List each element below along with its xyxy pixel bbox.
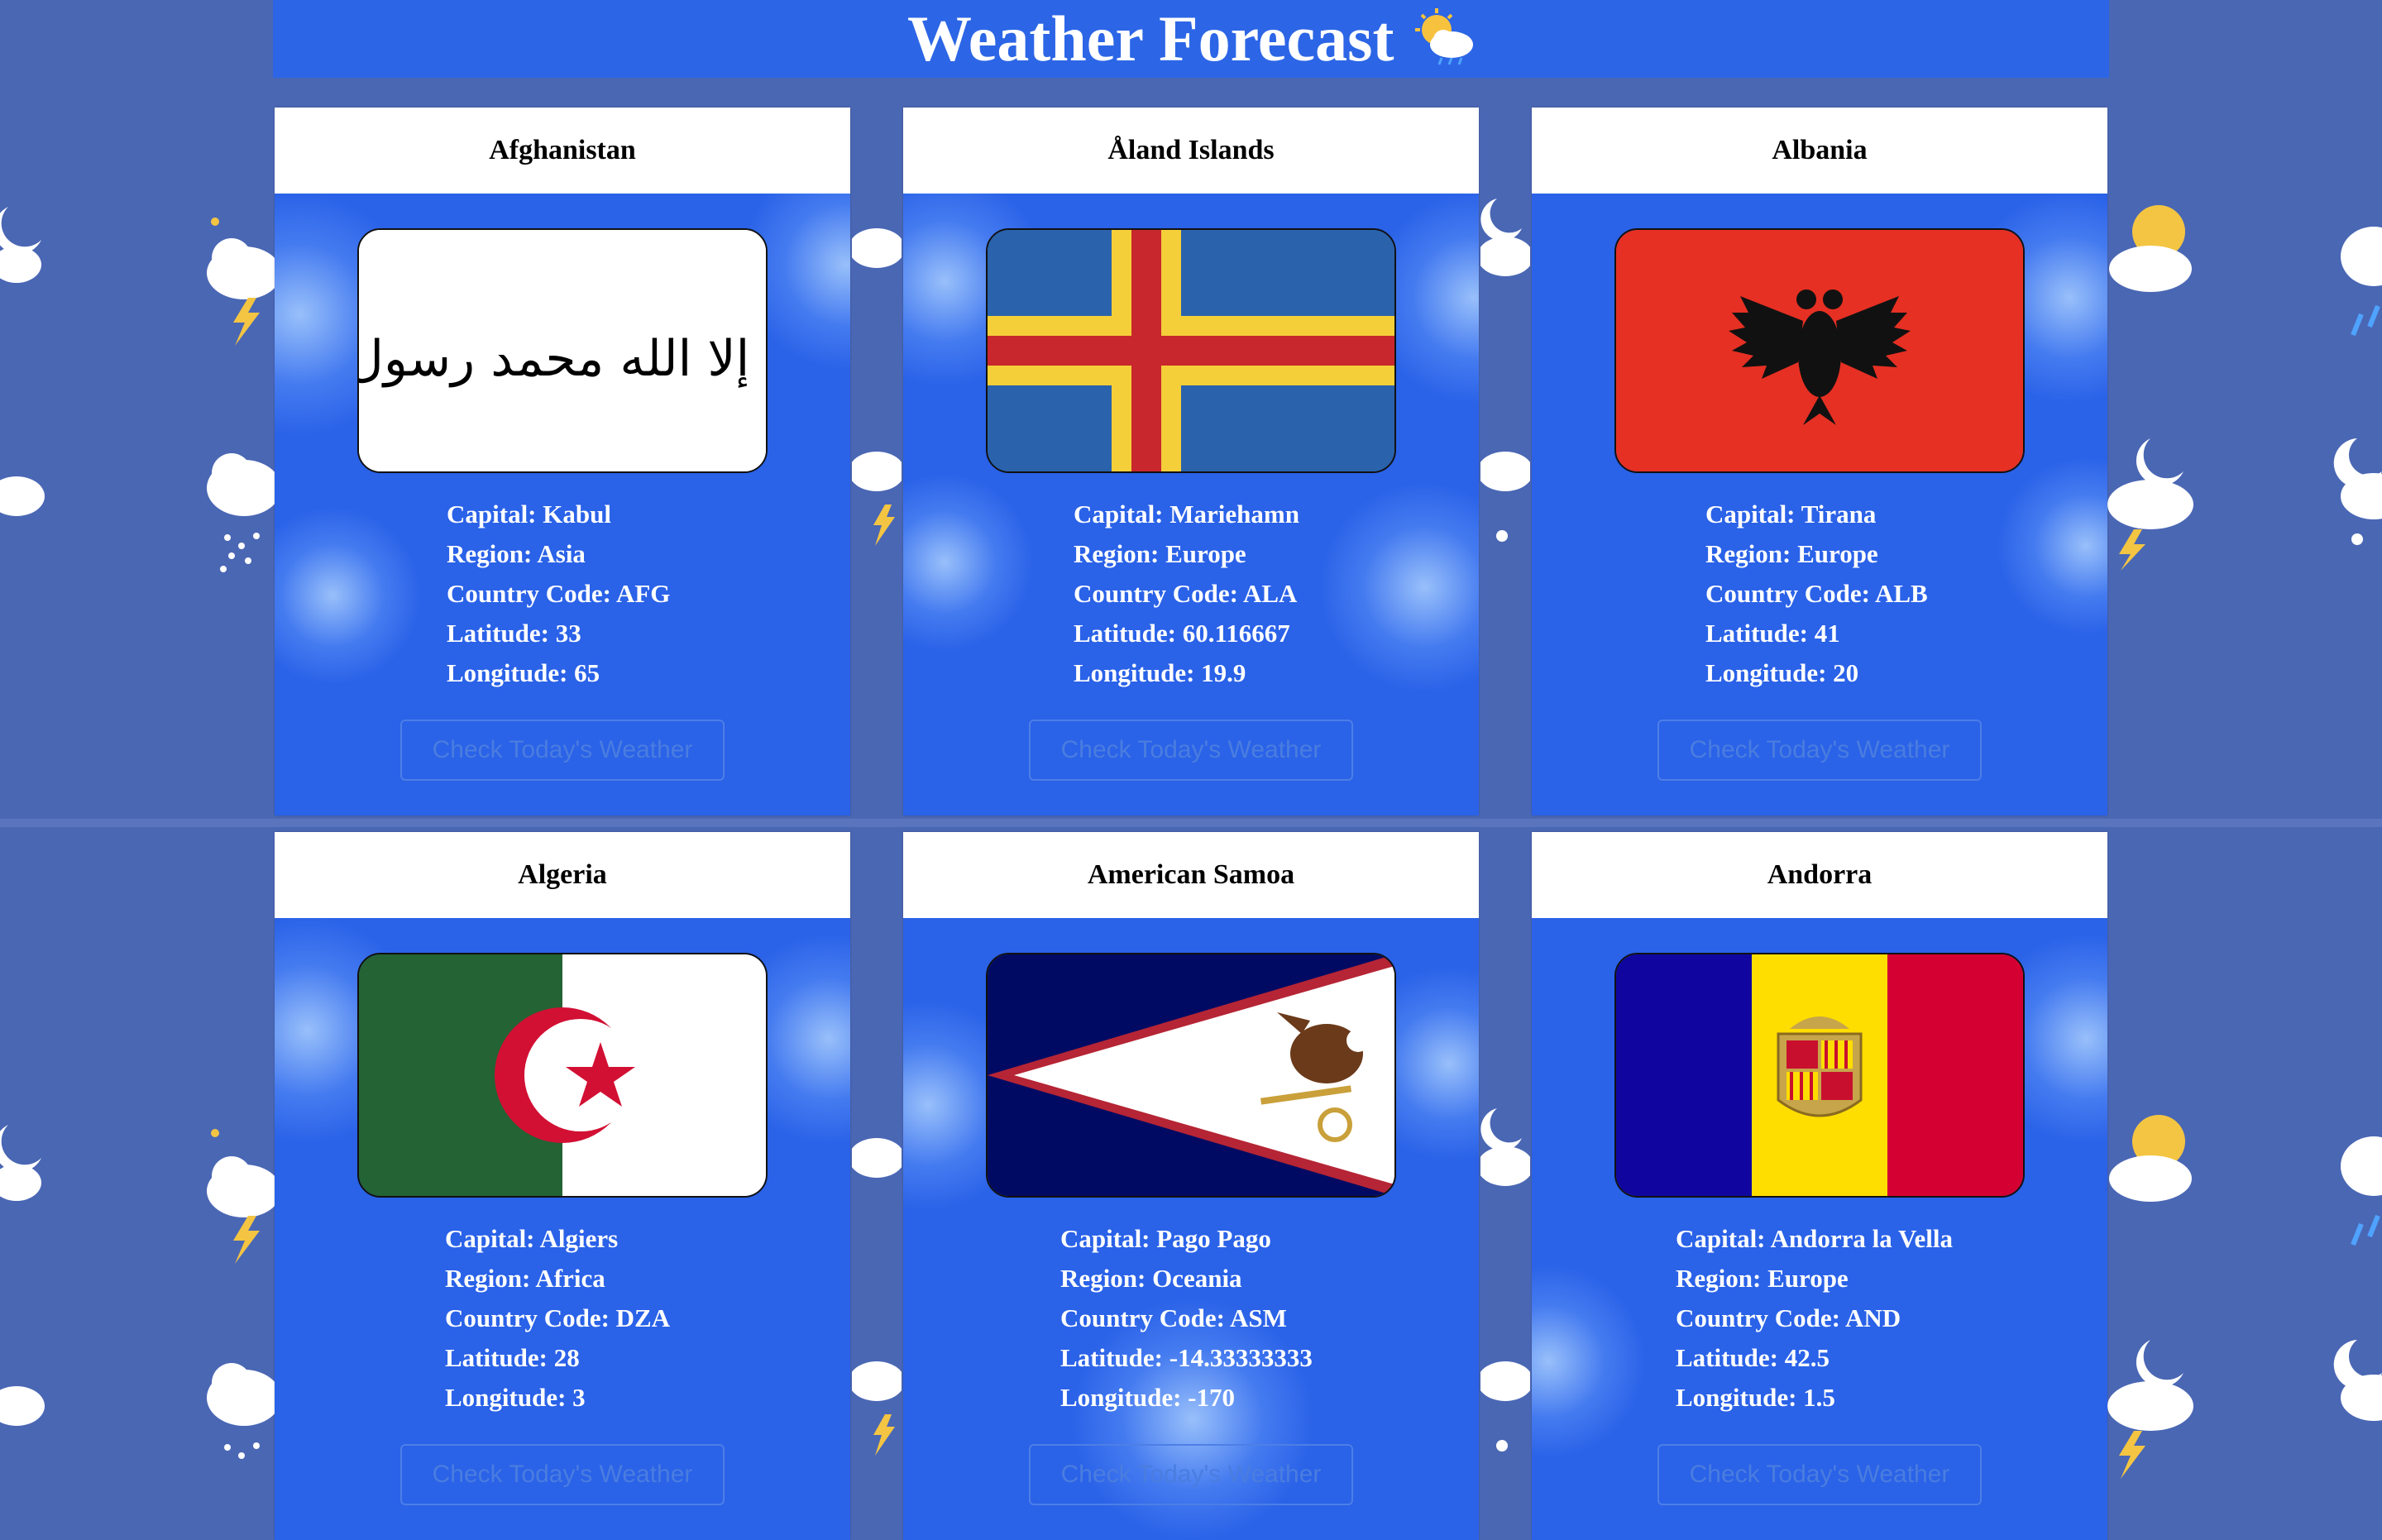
longitude: Longitude: 1.5 [1676, 1383, 1835, 1412]
capital: Capital: Tirana [1705, 500, 1877, 528]
country-card: Andorra Capital: Andorra la Vella Region… [1532, 832, 2107, 1540]
latitude: Latitude: 33 [447, 619, 581, 648]
page-title: Weather Forecast [907, 0, 1475, 78]
check-weather-button[interactable]: Check Today's Weather [400, 1444, 725, 1505]
country-info: Capital: Algiers Region: Africa Country … [445, 1219, 670, 1418]
moon-cloud-lightning-icon [2107, 438, 2193, 571]
moon-cloud-lightning-icon [1480, 1108, 1530, 1452]
country-code: Country Code: AND [1676, 1303, 1901, 1332]
page-title-text: Weather Forecast [907, 2, 1394, 74]
country-name: American Samoa [1087, 859, 1295, 890]
capital: Capital: Algiers [445, 1224, 619, 1253]
flag-algeria [357, 953, 768, 1198]
country-name: Afghanistan [489, 135, 636, 165]
check-weather-button[interactable]: Check Today's Weather [1029, 1444, 1353, 1505]
region: Region: Europe [1676, 1264, 1849, 1293]
region: Region: Africa [445, 1264, 605, 1293]
country-info: Capital: Tirana Region: Europe Country C… [1705, 495, 1928, 693]
country-code: Country Code: DZA [445, 1303, 671, 1332]
page-header: Weather Forecast [273, 0, 2109, 78]
region: Region: Oceania [1060, 1264, 1242, 1293]
moon-cloud-lightning-icon [852, 228, 902, 546]
sun-cloud-rain-icon [1414, 8, 1473, 65]
latitude: Latitude: 60.116667 [1074, 619, 1290, 648]
card-header: Andorra [1532, 832, 2107, 918]
moon-cloud-icon [2333, 1340, 2382, 1421]
flag-albania [1614, 228, 2025, 473]
cloud-snow-icon [207, 453, 281, 572]
moon-cloud-lightning-icon [2107, 1340, 2193, 1479]
country-card: Algeria Capital: Algiers Region: Africa … [275, 832, 850, 1540]
country-name: Andorra [1767, 859, 1873, 890]
sun-cloud-icon [2109, 1115, 2192, 1202]
cloud-lightning-icon [207, 1129, 281, 1264]
latitude: Latitude: -14.33333333 [1060, 1343, 1313, 1372]
cloud-icon [0, 1386, 45, 1426]
background-band [0, 819, 2382, 827]
country-info: Capital: Mariehamn Region: Europe Countr… [1074, 495, 1299, 693]
moon-cloud-icon [2333, 438, 2382, 545]
flag-aland [986, 228, 1396, 473]
moon-cloud-icon [0, 1125, 41, 1201]
region: Region: Asia [447, 539, 586, 568]
check-weather-button[interactable]: Check Today's Weather [1657, 720, 1982, 781]
moon-cloud-icon [0, 207, 41, 283]
sun-cloud-icon [2109, 205, 2192, 292]
cloud-rain-icon [2341, 227, 2382, 337]
region: Region: Europe [1074, 539, 1246, 568]
flag-shahada-text: لا إله إلا الله محمد رسول الله [359, 330, 766, 388]
longitude: Longitude: 19.9 [1074, 658, 1246, 687]
moon-cloud-lightning-icon [1480, 198, 1530, 542]
flag-afghanistan: لا إله إلا الله محمد رسول الله [357, 228, 768, 473]
card-header: American Samoa [903, 832, 1479, 918]
country-card: American Samoa Capital: Pago Pago Region… [903, 832, 1479, 1540]
country-card: Albania Capital: Tirana Region: Europe C… [1532, 108, 2107, 815]
longitude: Longitude: 65 [447, 658, 600, 687]
capital: Capital: Mariehamn [1074, 500, 1299, 528]
country-code: Country Code: ALB [1705, 579, 1928, 608]
country-name: Albania [1772, 135, 1868, 165]
capital: Capital: Pago Pago [1060, 1224, 1271, 1253]
flag-andorra [1614, 953, 2025, 1198]
card-header: Algeria [275, 832, 850, 918]
card-header: Albania [1532, 108, 2107, 194]
cloud-rain-icon [2341, 1136, 2382, 1246]
capital: Capital: Andorra la Vella [1676, 1224, 1954, 1253]
country-name: Åland Islands [1107, 135, 1275, 165]
card-header: Åland Islands [903, 108, 1479, 194]
moon-cloud-lightning-icon [852, 1138, 902, 1456]
country-name: Algeria [518, 859, 607, 890]
latitude: Latitude: 41 [1705, 619, 1840, 648]
region: Region: Europe [1705, 539, 1878, 568]
country-info: Capital: Andorra la Vella Region: Europe… [1676, 1219, 1953, 1418]
capital: Capital: Kabul [447, 500, 611, 528]
cloud-lightning-icon [207, 218, 281, 346]
longitude: Longitude: -170 [1060, 1383, 1235, 1412]
longitude: Longitude: 20 [1705, 658, 1859, 687]
latitude: Latitude: 42.5 [1676, 1343, 1830, 1372]
cloud-icon [0, 476, 45, 516]
country-code: Country Code: AFG [447, 579, 671, 608]
cloud-snow-icon [207, 1363, 281, 1459]
check-weather-button[interactable]: Check Today's Weather [1029, 720, 1353, 781]
flag-american-samoa [986, 953, 1396, 1198]
country-info: Capital: Pago Pago Region: Oceania Count… [1060, 1219, 1313, 1418]
check-weather-button[interactable]: Check Today's Weather [400, 720, 725, 781]
country-info: Capital: Kabul Region: Asia Country Code… [447, 495, 670, 693]
country-card: Afghanistan لا إله إلا الله محمد رسول ال… [275, 108, 850, 815]
country-code: Country Code: ALA [1074, 579, 1298, 608]
check-weather-button[interactable]: Check Today's Weather [1657, 1444, 1982, 1505]
country-code: Country Code: ASM [1060, 1303, 1287, 1332]
card-header: Afghanistan [275, 108, 850, 194]
longitude: Longitude: 3 [445, 1383, 586, 1412]
latitude: Latitude: 28 [445, 1343, 580, 1372]
country-card: Åland Islands Capital: Mariehamn Region:… [903, 108, 1479, 815]
